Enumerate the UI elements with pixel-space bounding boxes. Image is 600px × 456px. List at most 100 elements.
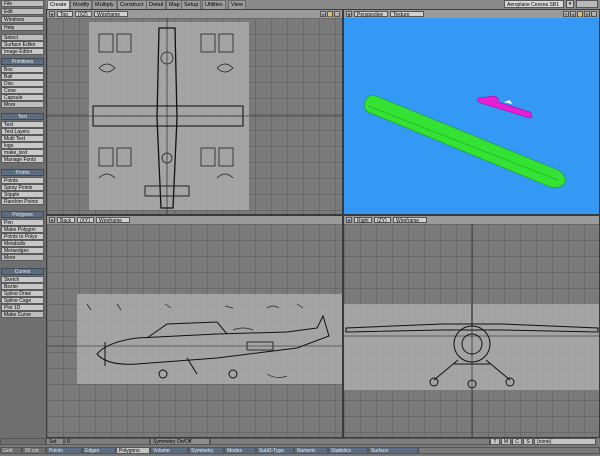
bottom-status-bar: Set 0 Symmetry On/Off T M C S (none) Gri…	[0, 438, 600, 456]
box-button[interactable]: Box	[1, 66, 44, 73]
maximize-icon[interactable]: □	[591, 11, 597, 17]
tab-detail[interactable]: Detail	[146, 0, 167, 9]
sketch-button[interactable]: Sketch	[1, 276, 44, 283]
ball-button[interactable]: Ball	[1, 73, 44, 80]
edges-mode-button[interactable]: Edges	[82, 447, 116, 454]
symmetry-button[interactable]: Symmetry	[188, 447, 224, 454]
points-to-polys-button[interactable]: Points to Polys	[1, 233, 44, 240]
view-type-select[interactable]: Top	[57, 11, 73, 18]
set-value-field[interactable]: 0	[64, 438, 150, 445]
windows-menu[interactable]: Windows	[1, 16, 44, 23]
render-mode-select[interactable]: Wireframe	[94, 11, 128, 18]
view-type-select[interactable]: Right	[354, 217, 372, 224]
pan-icon[interactable]: ✋	[327, 11, 333, 17]
points-mode-button[interactable]: Points	[46, 447, 82, 454]
tab-modify[interactable]: Modify	[70, 0, 93, 9]
plot-1d-button[interactable]: Plot 1D	[1, 304, 44, 311]
toggle-m-button[interactable]: M	[501, 438, 511, 445]
rotate-icon[interactable]: ⟳	[563, 11, 569, 17]
help-menu[interactable]: Help	[1, 24, 44, 31]
top-viewport[interactable]: ✥ Top (XZ) Wireframe ⊕ ✋ □	[46, 9, 343, 215]
side-blueprint-airplane	[47, 294, 342, 384]
metaedges-button[interactable]: Metaedges	[1, 247, 44, 254]
tab-utilities[interactable]: Utilities	[202, 0, 226, 9]
toggle-t-button[interactable]: T	[490, 438, 500, 445]
file-menu[interactable]: File	[1, 0, 44, 7]
view-axis-select[interactable]: (XZ)	[75, 11, 92, 18]
make-polygon-button[interactable]: Make Polygon	[1, 226, 44, 233]
image-editor-button[interactable]: Image Editor	[1, 48, 44, 55]
bezier-button[interactable]: Bezier	[1, 283, 44, 290]
viewport-move-icon[interactable]: ✥	[346, 217, 352, 223]
spray-points-button[interactable]: Spray Points	[1, 184, 44, 191]
manage-fonts-button[interactable]: Manage Fonts	[1, 156, 44, 163]
right-viewport[interactable]: ✥ Right (ZY) Wireframe	[343, 215, 600, 438]
toggle-c-button[interactable]: C	[512, 438, 522, 445]
surface-editor-button[interactable]: Surface Editor	[1, 41, 44, 48]
numeric-button[interactable]: Numeric	[294, 447, 328, 454]
zoom-icon[interactable]: ⊕	[320, 11, 326, 17]
settings-icon[interactable]: ⚙	[584, 11, 590, 17]
view-axis-select[interactable]: (XY)	[77, 217, 94, 224]
primitives-header: Primitives	[1, 58, 44, 65]
back-viewport[interactable]: ✥ Back (XY) Wireframe	[46, 215, 343, 438]
polygons-mode-button[interactable]: Polygons	[116, 447, 150, 454]
spline-draw-button[interactable]: Spline Draw	[1, 290, 44, 297]
view-axis-select[interactable]: (ZY)	[374, 217, 391, 224]
tab-create[interactable]: Create	[47, 0, 70, 9]
surface-button[interactable]: Surface	[368, 447, 418, 454]
render-mode-select[interactable]: Wireframe	[96, 217, 130, 224]
view-type-select[interactable]: Perspective	[354, 11, 388, 18]
logo-button[interactable]: logo	[1, 142, 44, 149]
layer-buttons[interactable]	[576, 0, 598, 8]
pen-button[interactable]: Pen	[1, 219, 44, 226]
viewport-move-icon[interactable]: ✥	[49, 11, 55, 17]
modes-menu[interactable]: Modes	[224, 447, 256, 454]
random-points-button[interactable]: Random Points	[1, 198, 44, 205]
tab-view[interactable]: View	[228, 0, 246, 9]
zoom-icon[interactable]: ⊕	[570, 11, 576, 17]
metaballs-button[interactable]: Metaballs	[1, 240, 44, 247]
subd-type-menu[interactable]: SubD-Type	[256, 447, 294, 454]
grid-value: 50 cm	[22, 447, 46, 454]
text-button[interactable]: Text	[1, 121, 44, 128]
spline-cage-button[interactable]: Spline Cage	[1, 297, 44, 304]
cone-button[interactable]: Cone	[1, 87, 44, 94]
viewport-move-icon[interactable]: ✥	[49, 217, 55, 223]
text-layers-button[interactable]: Text Layers	[1, 128, 44, 135]
volume-button[interactable]: Volume	[150, 447, 188, 454]
select-menu[interactable]: Select	[1, 34, 44, 41]
viewport-move-icon[interactable]: ✥	[346, 11, 352, 17]
bottom-spacer	[418, 447, 600, 454]
front-blueprint-airplane	[344, 224, 599, 437]
statistics-button[interactable]: Statistics	[328, 447, 368, 454]
make-curve-menu[interactable]: Make Curve	[1, 311, 44, 318]
view-type-select[interactable]: Back	[57, 217, 75, 224]
render-mode-select[interactable]: Texture	[390, 11, 424, 18]
capsule-button[interactable]: Capsule	[1, 94, 44, 101]
points-button[interactable]: Points	[1, 177, 44, 184]
tab-construct[interactable]: Construct	[117, 0, 147, 9]
edit-menu[interactable]: Edit	[1, 8, 44, 15]
bottom-left-spacer	[0, 438, 46, 445]
disc-button[interactable]: Disc	[1, 80, 44, 87]
render-mode-select[interactable]: Wireframe	[393, 217, 427, 224]
points-header: Points	[1, 169, 44, 176]
toggle-s-button[interactable]: S	[523, 438, 533, 445]
tab-setup[interactable]: Setup	[181, 0, 202, 9]
left-toolbar: File Edit Windows Help Select Surface Ed…	[0, 0, 46, 447]
pan-icon[interactable]: ✋	[577, 11, 583, 17]
tab-multiply[interactable]: Multiply	[92, 0, 117, 9]
maximize-icon[interactable]: □	[334, 11, 340, 17]
primitives-more-menu[interactable]: More	[1, 101, 44, 108]
make-text-button[interactable]: make_text	[1, 149, 44, 156]
stipple-button[interactable]: Stipple	[1, 191, 44, 198]
perspective-viewport[interactable]: ✥ Perspective Texture ⟳ ⊕ ✋ ⚙ □	[343, 9, 600, 215]
polygons-more-menu[interactable]: More	[1, 254, 44, 261]
set-label: Set	[46, 438, 64, 445]
chevron-down-icon[interactable]: ▾	[566, 0, 574, 8]
layer-select[interactable]: (none)	[534, 438, 596, 445]
top-tab-bar: Create Modify Multiply Construct Detail …	[0, 0, 600, 16]
scene-select[interactable]: Aeroplane Cessna SB1 ...	[504, 0, 564, 16]
multi-text-button[interactable]: Multi Text	[1, 135, 44, 142]
